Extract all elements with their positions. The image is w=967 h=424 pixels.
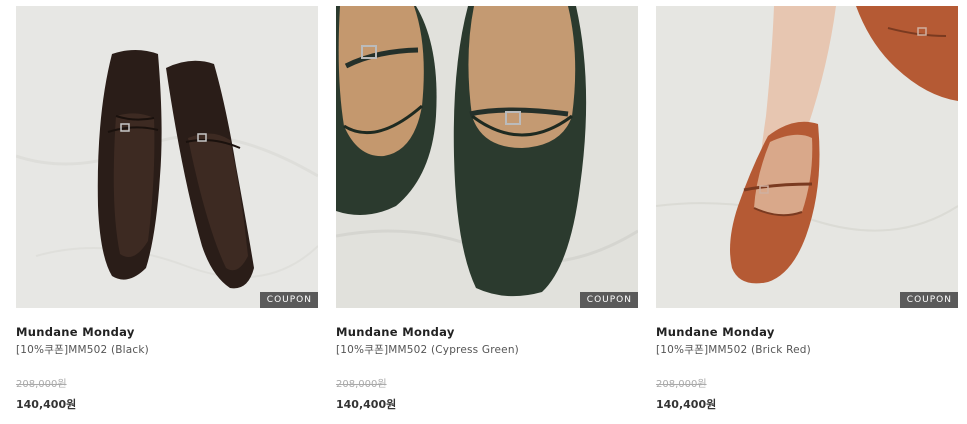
sale-price: 140,400원 <box>336 398 397 411</box>
product-name[interactable]: [10%쿠폰]MM502 (Black) <box>16 344 318 357</box>
original-price: 208,000원 <box>16 379 67 390</box>
coupon-badge: COUPON <box>899 292 958 308</box>
product-image-black[interactable]: COUPON <box>16 6 318 308</box>
product-name[interactable]: [10%쿠폰]MM502 (Brick Red) <box>656 344 958 357</box>
sale-price: 140,400원 <box>16 398 77 411</box>
product-card[interactable]: COUPON Mundane Monday [10%쿠폰]MM502 (Cypr… <box>336 6 638 357</box>
product-card[interactable]: COUPON Mundane Monday [10%쿠폰]MM502 (Bric… <box>656 6 958 357</box>
coupon-badge: COUPON <box>259 292 318 308</box>
product-image-cypress-green[interactable]: COUPON <box>336 6 638 308</box>
red-shoes-photo <box>656 6 958 308</box>
coupon-badge: COUPON <box>579 292 638 308</box>
product-name[interactable]: [10%쿠폰]MM502 (Cypress Green) <box>336 344 638 357</box>
product-brand[interactable]: Mundane Monday <box>16 325 318 339</box>
original-price: 208,000원 <box>656 379 707 390</box>
sale-price: 140,400원 <box>656 398 717 411</box>
original-price: 208,000원 <box>336 379 387 390</box>
product-brand[interactable]: Mundane Monday <box>656 325 958 339</box>
product-card[interactable]: COUPON Mundane Monday [10%쿠폰]MM502 (Blac… <box>16 6 318 357</box>
product-brand[interactable]: Mundane Monday <box>336 325 638 339</box>
black-shoes-photo <box>16 6 318 308</box>
product-image-brick-red[interactable]: COUPON <box>656 6 958 308</box>
green-shoes-photo <box>336 6 638 308</box>
